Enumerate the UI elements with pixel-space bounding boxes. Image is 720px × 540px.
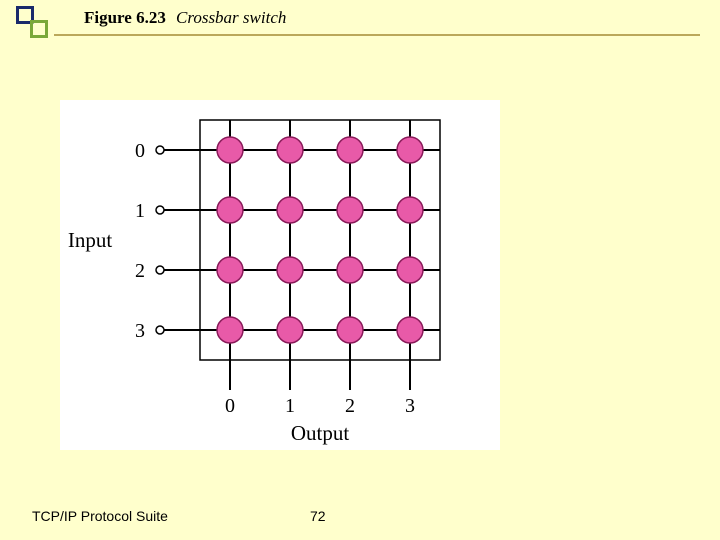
output-label-1: 1 (285, 395, 295, 417)
page-number: 72 (310, 508, 326, 524)
input-label-0: 0 (135, 140, 145, 162)
output-port-labels: 0 1 2 3 (225, 395, 415, 417)
output-label-2: 2 (345, 395, 355, 417)
output-label-0: 0 (225, 395, 235, 417)
input-label-3: 3 (135, 320, 145, 342)
output-label-3: 3 (405, 395, 415, 417)
output-axis-label: Output (291, 421, 350, 445)
crosspoint-nodes (217, 137, 423, 343)
decorative-squares (16, 6, 50, 40)
crossbar-figure: 0 1 2 3 0 1 2 3 Input Output (60, 100, 500, 450)
figure-caption: Crossbar switch (176, 8, 286, 28)
input-label-2: 2 (135, 260, 145, 282)
square-green (30, 20, 48, 38)
input-port-labels: 0 1 2 3 (135, 140, 145, 342)
input-lines (160, 150, 440, 330)
crossbar-svg: 0 1 2 3 0 1 2 3 Input Output (60, 100, 500, 450)
output-lines (230, 120, 410, 390)
input-axis-label: Input (68, 228, 112, 252)
slide-header: Figure 6.23 Crossbar switch (0, 0, 720, 40)
header-divider (54, 34, 700, 36)
figure-number: Figure 6.23 (84, 8, 166, 28)
input-label-1: 1 (135, 200, 145, 222)
input-port-dots (156, 146, 164, 334)
footer-text: TCP/IP Protocol Suite (32, 508, 168, 524)
